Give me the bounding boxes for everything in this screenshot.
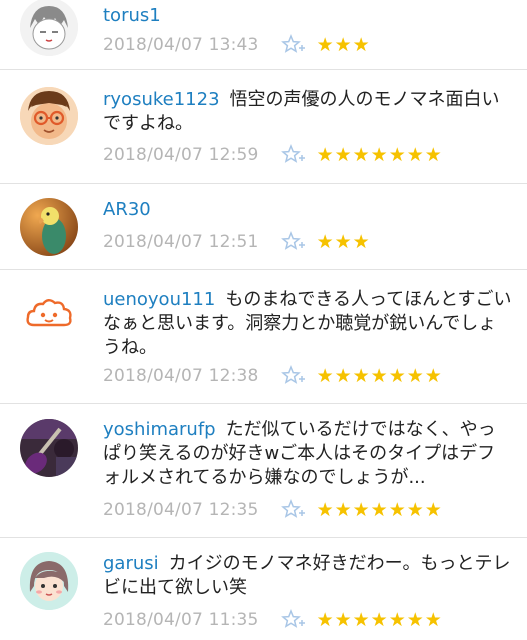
username-link[interactable]: AR30 bbox=[103, 199, 151, 220]
comment-item: ryosuke1123 悟空の声優の人のモノマネ面白いですよね。 2018/04/… bbox=[0, 70, 527, 184]
star-icon: ★★★★★★★ bbox=[316, 499, 443, 521]
star-icon: ★★★★★★★ bbox=[316, 144, 443, 166]
star-plus-icon[interactable] bbox=[280, 499, 305, 521]
comment-meta: 2018/04/07 13:43 ★★★ bbox=[103, 34, 371, 56]
star-icon: ★★★★★★★ bbox=[316, 365, 443, 387]
comment-text: uenoyou111 ものまねできる人ってほんとすごいなぁと思います。洞察力とか聴… bbox=[103, 289, 512, 358]
parakeet-photo-avatar-icon[interactable] bbox=[20, 198, 78, 256]
comment-text: garusi カイジのモノマネ好きだわー。もっとテレビに出て欲しい笑 bbox=[103, 553, 511, 598]
cloud-face-avatar-icon[interactable] bbox=[20, 287, 78, 345]
timestamp: 2018/04/07 12:35 bbox=[103, 500, 259, 520]
comment-text: ryosuke1123 悟空の声優の人のモノマネ面白いですよね。 bbox=[103, 89, 500, 134]
star-plus-icon[interactable] bbox=[280, 144, 305, 166]
comment-meta: 2018/04/07 12:38 ★★★★★★★ bbox=[103, 365, 443, 387]
timestamp: 2018/04/07 13:43 bbox=[103, 35, 259, 55]
comment-meta: 2018/04/07 12:51 ★★★ bbox=[103, 231, 371, 253]
comment-text: AR30 bbox=[103, 198, 513, 222]
star-plus-icon[interactable] bbox=[280, 231, 305, 253]
comment-item: garusi カイジのモノマネ好きだわー。もっとテレビに出て欲しい笑 2018/0… bbox=[0, 538, 527, 640]
star-icon: ★★★★★★★ bbox=[316, 609, 443, 631]
comment-feed: torus1 2018/04/07 13:43 ★★★ ryosuke1123 … bbox=[0, 0, 527, 640]
comment-item: torus1 2018/04/07 13:43 ★★★ bbox=[0, 0, 527, 70]
star-plus-icon[interactable] bbox=[280, 34, 305, 56]
timestamp: 2018/04/07 11:35 bbox=[103, 610, 259, 630]
star-plus-icon[interactable] bbox=[280, 365, 305, 387]
timestamp: 2018/04/07 12:59 bbox=[103, 145, 259, 165]
username-link[interactable]: torus1 bbox=[103, 5, 161, 26]
username-link[interactable]: garusi bbox=[103, 553, 159, 574]
guitar-photo-avatar-icon[interactable] bbox=[20, 419, 78, 477]
star-plus-icon[interactable] bbox=[280, 609, 305, 631]
comment-meta: 2018/04/07 11:35 ★★★★★★★ bbox=[103, 609, 443, 631]
star-icon: ★★★ bbox=[316, 231, 371, 253]
comment-item: yoshimarufp ただ似ているだけではなく、やっぱり笑えるのが好きwご本人は… bbox=[0, 404, 527, 538]
girl-face-avatar-icon[interactable] bbox=[20, 552, 78, 610]
comment-meta: 2018/04/07 12:59 ★★★★★★★ bbox=[103, 144, 443, 166]
username-link[interactable]: yoshimarufp bbox=[103, 419, 216, 440]
username-link[interactable]: uenoyou111 bbox=[103, 289, 215, 310]
glasses-face-avatar-icon[interactable] bbox=[20, 87, 78, 145]
timestamp: 2018/04/07 12:51 bbox=[103, 232, 259, 252]
comment-item: uenoyou111 ものまねできる人ってほんとすごいなぁと思います。洞察力とか聴… bbox=[0, 270, 527, 404]
sleepy-face-avatar-icon[interactable] bbox=[20, 0, 78, 56]
comment-text: torus1 bbox=[103, 4, 513, 28]
star-icon: ★★★ bbox=[316, 34, 371, 56]
comment-meta: 2018/04/07 12:35 ★★★★★★★ bbox=[103, 499, 443, 521]
username-link[interactable]: ryosuke1123 bbox=[103, 89, 220, 110]
comment-text: yoshimarufp ただ似ているだけではなく、やっぱり笑えるのが好きwご本人は… bbox=[103, 419, 496, 488]
timestamp: 2018/04/07 12:38 bbox=[103, 366, 259, 386]
comment-item: AR30 2018/04/07 12:51 ★★★ bbox=[0, 184, 527, 270]
